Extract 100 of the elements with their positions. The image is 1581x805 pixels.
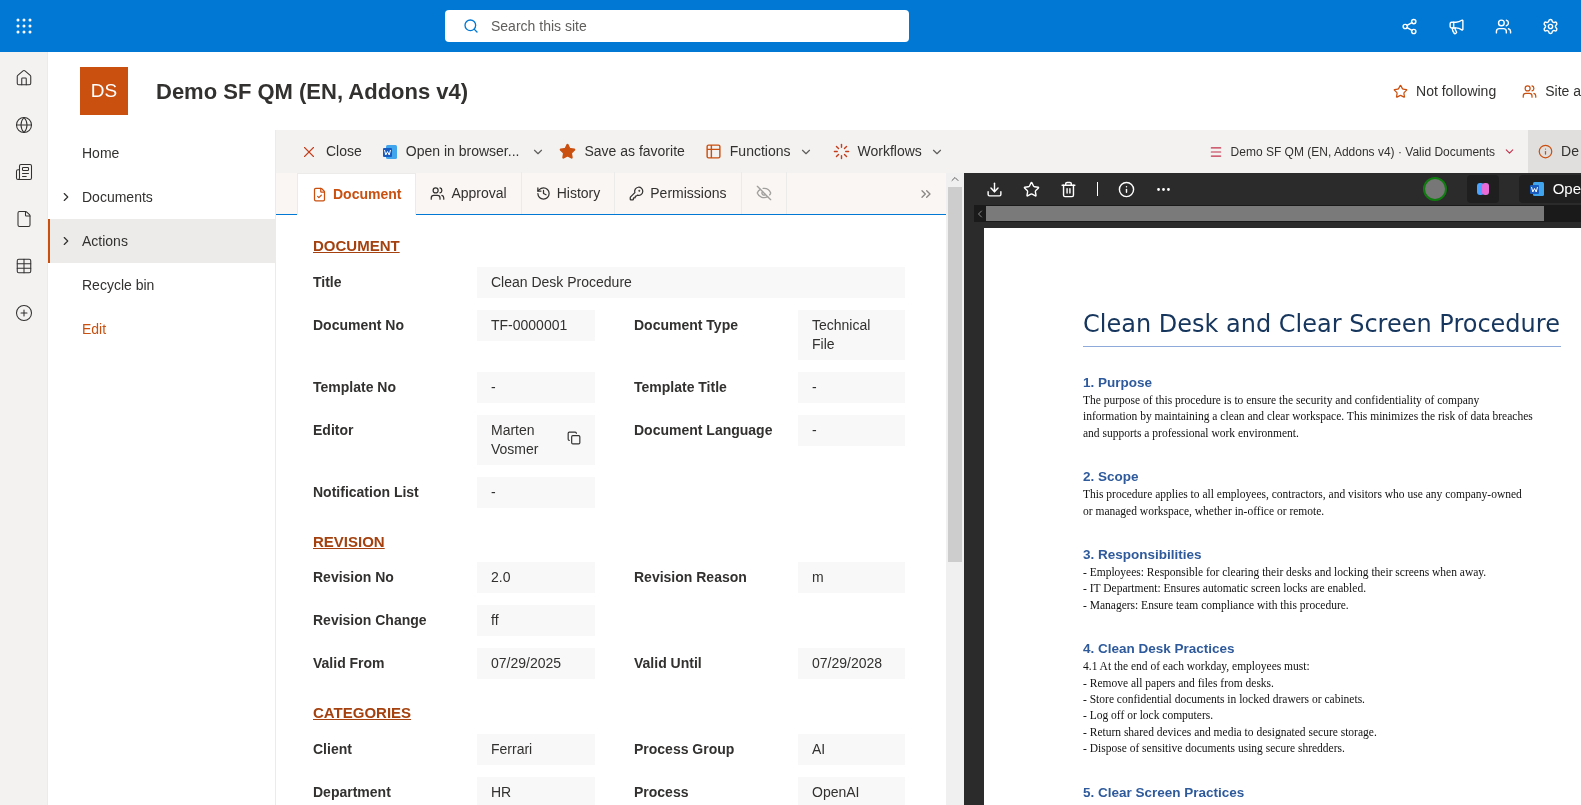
section-heading: DOCUMENT xyxy=(313,236,400,256)
field-label: Valid From xyxy=(313,654,386,673)
home-icon[interactable] xyxy=(14,69,33,87)
site-access-button[interactable]: Site a xyxy=(1522,80,1581,102)
people-icon[interactable] xyxy=(1495,17,1512,35)
search-input[interactable]: Search this site xyxy=(491,15,891,37)
list-icon[interactable] xyxy=(14,257,33,275)
nav-item[interactable]: Home xyxy=(48,131,275,175)
document-heading: 3. Responsibilities xyxy=(1083,546,1203,565)
field-label: Template Title xyxy=(634,377,728,397)
field-value: 2.0 xyxy=(477,562,595,593)
breadcrumb-dropdown[interactable]: Demo SF QM (EN, Addons v4) · Valid Documents xyxy=(1208,142,1517,161)
info-icon[interactable] xyxy=(1118,180,1135,198)
avatar[interactable] xyxy=(1422,177,1447,201)
field-label: Document Language xyxy=(634,420,774,440)
star-icon xyxy=(559,143,577,160)
command-button[interactable]: Functions xyxy=(702,135,815,168)
document-heading: 2. Scope xyxy=(1083,468,1140,487)
scrollbar-thumb[interactable] xyxy=(986,206,1544,221)
field-value: 07/29/2025 xyxy=(477,648,595,679)
document-title: Clean Desk and Clear Screen Procedure xyxy=(1083,308,1561,347)
nav-item[interactable]: Edit xyxy=(48,307,275,351)
copy-icon[interactable] xyxy=(567,430,581,445)
word-document-icon xyxy=(1528,181,1545,197)
megaphone-icon[interactable] xyxy=(1448,17,1465,35)
field-value: TF-0000001 xyxy=(477,309,595,341)
field-label: Revision Change xyxy=(313,611,428,630)
document-text: - Remove all papers and files from desks. xyxy=(1083,675,1275,692)
field-value: ff xyxy=(477,605,595,636)
people-icon xyxy=(1522,83,1538,99)
tab[interactable]: Approval xyxy=(416,172,522,214)
site-title: Demo SF QM (EN, Addons v4) xyxy=(156,77,470,106)
field-value: Marten Vosmer xyxy=(477,414,595,465)
document-text: The purpose of this procedure is to ensure the security and confidentiality of company information by maintaining a clean and clear workspace. This minimizes the risk of data breaches and supports a professional work environment. xyxy=(1083,393,1533,442)
globe-icon[interactable] xyxy=(14,116,33,134)
settings-icon[interactable] xyxy=(1542,17,1559,35)
tab[interactable]: Permissions xyxy=(615,172,742,214)
nav-item[interactable]: Actions xyxy=(48,219,275,263)
document-text: - Log off or lock computers. xyxy=(1083,708,1215,724)
field-label: Editor xyxy=(313,420,355,440)
tab[interactable]: Document xyxy=(297,173,417,215)
command-button[interactable]: Workflows xyxy=(830,135,946,168)
field-value: Technical File xyxy=(798,309,905,360)
key-icon xyxy=(629,185,645,201)
add-icon[interactable] xyxy=(14,304,33,322)
search-icon xyxy=(463,18,479,34)
people-icon xyxy=(430,185,446,201)
document-text: - IT Department: Ensures automatic screen locks are enabled. xyxy=(1083,581,1368,597)
document-text: - Managers: Ensure team compliance with this procedure. xyxy=(1083,597,1350,614)
app-launcher-icon[interactable] xyxy=(16,18,32,34)
scrollbar[interactable] xyxy=(946,173,964,805)
field-label: Valid Until xyxy=(634,654,703,673)
field-value: Clean Desk Procedure xyxy=(477,266,905,298)
section-heading: CATEGORIES xyxy=(313,703,412,723)
star-icon xyxy=(1393,83,1409,99)
field-value: Ferrari xyxy=(477,733,595,765)
field-label: Title xyxy=(313,272,343,292)
follow-button[interactable]: Not following xyxy=(1393,80,1497,102)
field-value: - xyxy=(798,414,905,446)
command-button[interactable]: Close xyxy=(298,135,364,168)
info-button[interactable]: De xyxy=(1528,130,1581,173)
file-icon[interactable] xyxy=(14,210,33,228)
star-icon[interactable] xyxy=(1023,180,1040,198)
field-value: m xyxy=(798,562,905,593)
lines-icon xyxy=(1208,144,1223,159)
field-label: Document Type xyxy=(634,315,739,335)
field-label: Notification List xyxy=(313,482,420,502)
document-text: - Employees: Responsible for clearing their desks and locking their screens when away. xyxy=(1083,565,1488,581)
field-value: - xyxy=(798,371,905,403)
eye-off-icon xyxy=(755,185,772,201)
scrollbar-thumb[interactable] xyxy=(948,187,962,562)
document-text: - Return shared devices and media to designated secure storage. xyxy=(1083,724,1378,741)
nav-item[interactable]: Recycle bin xyxy=(48,263,275,307)
field-value: HR xyxy=(477,776,595,805)
download-icon[interactable] xyxy=(986,180,1003,198)
history-icon xyxy=(535,185,551,201)
news-icon[interactable] xyxy=(14,163,33,181)
field-label: Document No xyxy=(313,315,405,335)
field-value: AI xyxy=(798,733,905,765)
document-check-icon xyxy=(312,186,327,202)
document-heading: 5. Clear Screen Practices xyxy=(1083,783,1246,802)
trash-icon[interactable] xyxy=(1060,180,1077,198)
open-button[interactable]: Ope xyxy=(1518,175,1581,203)
field-label: Department xyxy=(313,782,392,802)
document-heading: 4. Clean Desk Practices xyxy=(1083,640,1236,659)
search-field[interactable]: Search this site xyxy=(445,10,909,42)
document-heading: 1. Purpose xyxy=(1083,374,1154,392)
field-label: Revision No xyxy=(313,568,395,587)
site-logo: DS xyxy=(80,67,128,115)
horizontal-scrollbar[interactable] xyxy=(974,205,1581,222)
command-button[interactable]: Save as favorite xyxy=(557,135,687,168)
tab[interactable]: History xyxy=(521,172,616,214)
field-value: - xyxy=(477,476,595,508)
command-button[interactable]: Open in browser... xyxy=(379,135,522,168)
document-text: - Dispose of sensitive documents using secure shredders. xyxy=(1083,741,1346,757)
document-text: - Store confidential documents in locked drawers or cabinets. xyxy=(1083,692,1366,708)
field-label: Client xyxy=(313,739,353,759)
nav-item[interactable]: Documents xyxy=(48,175,275,219)
field-value: OpenAI xyxy=(798,776,905,805)
field-label: Revision Reason xyxy=(634,568,748,587)
